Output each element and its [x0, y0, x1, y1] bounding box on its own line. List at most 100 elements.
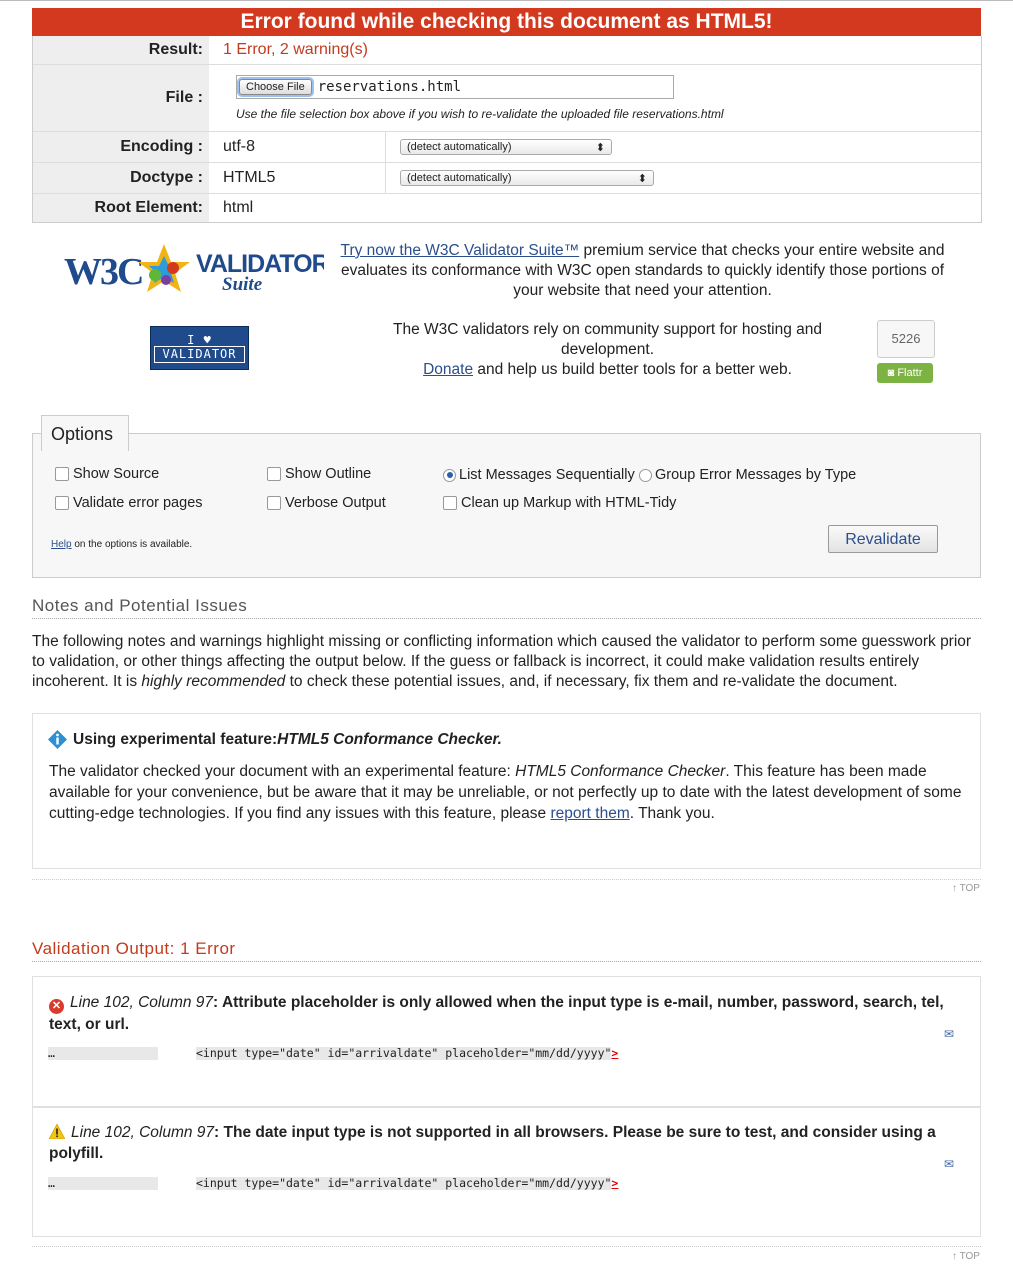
help-text: on the options is available. [71, 539, 193, 550]
top-link[interactable]: ↑ TOP [952, 1251, 980, 1262]
source-ellipsis: … [48, 1177, 158, 1190]
list-sequential-option[interactable]: List Messages Sequentially [443, 467, 635, 483]
w3c-logo-text: W3C [64, 251, 142, 293]
verbose-output-label: Verbose Output [285, 495, 386, 511]
root-element-label: Root Element: [33, 194, 209, 222]
top-border [0, 0, 1013, 1]
list-sequential-radio[interactable] [443, 468, 456, 482]
encoding-row: Encoding : utf-8 (detect automatically) ⬍ [33, 131, 981, 162]
report-them-link[interactable]: report them [550, 805, 629, 822]
doctype-select-value: (detect automatically) [407, 172, 512, 184]
flattr-label: Flattr [897, 367, 923, 379]
flattr-button[interactable]: ◙ Flattr [877, 363, 933, 383]
show-outline-option[interactable]: Show Outline [267, 466, 371, 482]
warning-source-line: … <input type="date" id="arrivaldate" pla… [48, 1177, 678, 1190]
show-outline-label: Show Outline [285, 466, 372, 482]
doctype-row: Doctype : HTML5 (detect automatically) ⬍ [33, 162, 981, 193]
error-source-line: … <input type="date" id="arrivaldate" pla… [48, 1047, 678, 1060]
file-hint: Use the file selection box above if you … [236, 107, 724, 121]
info-icon [48, 730, 67, 749]
doctype-select[interactable]: (detect automatically) ⬍ [400, 170, 654, 186]
result-value: 1 Error, 2 warning(s) [223, 41, 368, 58]
validate-error-pages-checkbox[interactable] [55, 496, 69, 510]
notes-intro-em: highly recommended [141, 673, 286, 690]
error-icon: ✕ [49, 999, 64, 1014]
doctype-value: HTML5 [209, 163, 386, 193]
cleanup-tidy-checkbox[interactable] [443, 496, 457, 510]
i-love-validator-badge[interactable]: I ♥ VALIDATOR [150, 326, 249, 370]
result-table: Result: 1 Error, 2 warning(s) File : Cho… [32, 36, 982, 223]
group-by-type-radio[interactable] [639, 468, 652, 482]
doctype-cell: HTML5 (detect automatically) ⬍ [209, 163, 981, 193]
options-tab[interactable]: Options [41, 415, 129, 451]
show-source-option[interactable]: Show Source [55, 466, 159, 482]
group-by-type-label: Group Error Messages by Type [655, 467, 857, 483]
note-title-text: Using experimental feature: [73, 730, 278, 748]
note-body-c: . Thank you. [629, 805, 715, 822]
source-code: <input type="date" id="arrivaldate" plac… [196, 1176, 612, 1190]
donate-text1: The W3C validators rely on community sup… [392, 321, 823, 358]
verbose-output-checkbox[interactable] [267, 496, 281, 510]
verbose-output-option[interactable]: Verbose Output [267, 495, 386, 511]
note-body-em: HTML5 Conformance Checker [515, 763, 726, 780]
cleanup-tidy-label: Clean up Markup with HTML-Tidy [461, 495, 677, 511]
group-by-type-option[interactable]: Group Error Messages by Type [639, 467, 856, 483]
list-sequential-label: List Messages Sequentially [459, 467, 635, 483]
validation-output-heading: Validation Output: 1 Error [32, 939, 981, 962]
note-body-a: The validator checked your document with… [49, 763, 516, 780]
encoding-label: Encoding : [33, 132, 209, 162]
warning-message-title: Line 102, Column 97: The date input type… [49, 1124, 936, 1162]
choose-file-button[interactable]: Choose File [239, 79, 312, 95]
file-row: File : Choose File reservations.html Use… [33, 64, 981, 131]
file-label: File : [33, 65, 209, 131]
validator-suite-logo[interactable]: W3C VALIDATOR Suite [64, 240, 331, 300]
select-arrows-icon: ⬍ [637, 172, 647, 185]
note-title-em: HTML5 Conformance Checker. [277, 730, 502, 748]
options-help: Help on the options is available. [51, 539, 192, 550]
note-title: Using experimental feature: HTML5 Confor… [48, 730, 502, 749]
badge-line2: VALIDATOR [154, 346, 245, 363]
donate-link[interactable]: Donate [423, 361, 473, 378]
root-element-row: Root Element: html [33, 193, 981, 222]
file-input[interactable]: Choose File reservations.html [236, 75, 674, 99]
validator-suite-link[interactable]: Try now the W3C Validator Suite™ [341, 242, 580, 259]
validate-error-pages-label: Validate error pages [73, 495, 203, 511]
section-divider [32, 879, 981, 880]
source-ellipsis: … [48, 1047, 158, 1060]
source-marker: > [611, 1176, 619, 1190]
flattr-icon: ◙ [887, 367, 895, 379]
help-link[interactable]: Help [51, 539, 72, 550]
doctype-label: Doctype : [33, 163, 209, 193]
result-banner: Error found while checking this document… [32, 8, 981, 36]
notes-heading: Notes and Potential Issues [32, 596, 981, 619]
validator-suite-promo: Try now the W3C Validator Suite™ premium… [340, 241, 945, 301]
notes-intro-b: to check these potential issues, and, if… [285, 673, 898, 690]
encoding-select-value: (detect automatically) [407, 141, 512, 153]
error-message-title: ✕ Line 102, Column 97: Attribute placehol… [49, 994, 944, 1033]
donate-promo: The W3C validators rely on community sup… [370, 320, 845, 380]
note-body: The validator checked your document with… [49, 761, 964, 824]
revalidate-button[interactable]: Revalidate [828, 525, 938, 553]
show-outline-checkbox[interactable] [267, 467, 281, 481]
validate-error-pages-option[interactable]: Validate error pages [55, 495, 203, 511]
select-arrows-icon: ⬍ [595, 141, 605, 154]
encoding-value: utf-8 [209, 132, 386, 162]
source-code: <input type="date" id="arrivaldate" plac… [196, 1046, 612, 1060]
error-location: Line 102, Column 97 [70, 994, 214, 1011]
flattr-count: 5226 [877, 320, 935, 358]
cleanup-tidy-option[interactable]: Clean up Markup with HTML-Tidy [443, 495, 676, 511]
show-source-checkbox[interactable] [55, 467, 69, 481]
notes-intro: The following notes and warnings highlig… [32, 632, 981, 692]
section-divider [32, 1246, 981, 1247]
root-element-value: html [223, 199, 254, 216]
show-source-label: Show Source [73, 466, 160, 482]
encoding-select[interactable]: (detect automatically) ⬍ [400, 139, 612, 155]
mail-feedback-icon[interactable]: ✉ [944, 1157, 954, 1171]
suite-logo-text: Suite [222, 274, 263, 295]
result-label: Result: [33, 36, 209, 64]
source-marker: > [611, 1046, 619, 1060]
warning-location: Line 102, Column 97 [71, 1124, 215, 1141]
mail-feedback-icon[interactable]: ✉ [944, 1027, 954, 1041]
top-link[interactable]: ↑ TOP [952, 883, 980, 894]
donate-text2: and help us build better tools for a bet… [473, 361, 792, 378]
